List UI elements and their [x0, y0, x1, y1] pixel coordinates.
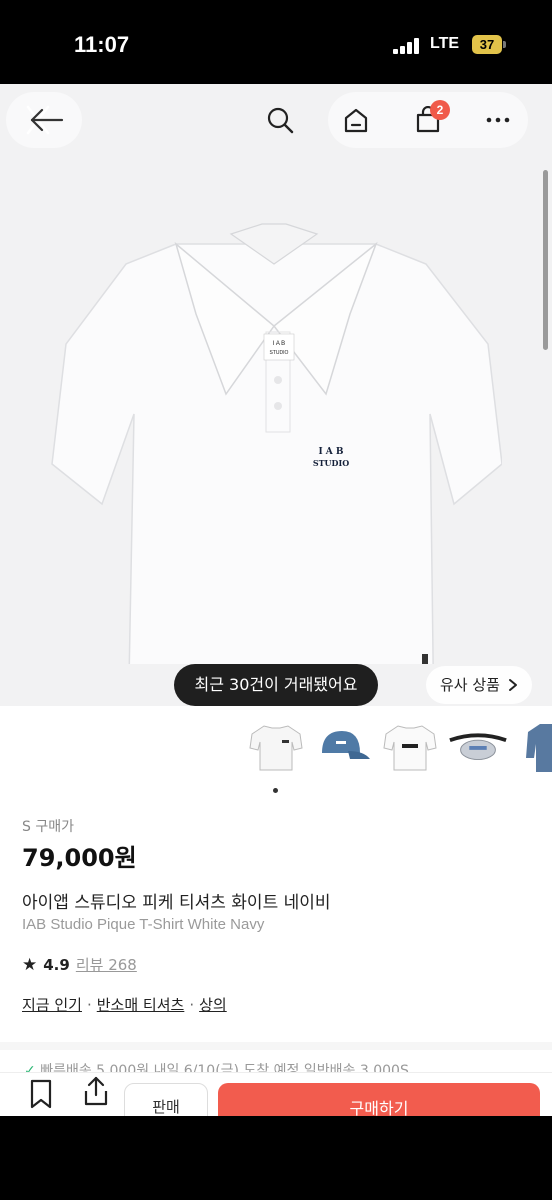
chevron-right-icon [508, 679, 517, 691]
cart-count-badge: 2 [430, 100, 450, 120]
similar-products-button[interactable]: 유사 상품 [426, 666, 532, 704]
sell-button[interactable]: 판매 [124, 1083, 208, 1116]
rating-row: ★ 4.9 리뷰 268 [22, 954, 137, 975]
bottom-action-bar: 판매 구매하기 [0, 1072, 552, 1116]
search-icon [267, 107, 294, 134]
bottom-bezel [0, 1116, 552, 1200]
collar-label-bottom: STUDIO [270, 350, 289, 356]
thumbnail-shirt-back[interactable] [380, 714, 440, 778]
status-time: 11:07 [74, 32, 130, 57]
close-back-icon [26, 105, 64, 135]
shirt-logo-top: I A B [318, 447, 343, 457]
nav-right-group [267, 92, 528, 148]
separator: · [86, 995, 92, 1014]
share-icon [84, 1076, 108, 1106]
rating-value: 4.9 [43, 955, 70, 974]
thumbnail-bag[interactable] [448, 714, 508, 778]
star-icon: ★ [22, 954, 38, 975]
category-link-tshirts[interactable]: 반소매 티셔츠 [97, 994, 185, 1015]
thumbnail-cap[interactable] [312, 714, 372, 778]
bookmark-button[interactable] [28, 1079, 54, 1113]
review-link[interactable]: 리뷰 268 [76, 954, 137, 975]
more-icon [486, 117, 510, 123]
category-link-trending[interactable]: 지금 인기 [22, 994, 82, 1015]
category-breadcrumb: 지금 인기 · 반소매 티셔츠 · 상의 [22, 994, 227, 1015]
bookmark-icon [30, 1079, 52, 1109]
product-page: I A B STUDIO I A B STUDIO 최근 30건이 거래됐어요 … [0, 84, 552, 1116]
product-image: I A B STUDIO I A B STUDIO [46, 214, 503, 735]
product-price: 79,000원 [22, 844, 137, 872]
home-button[interactable] [332, 96, 380, 144]
product-image-area[interactable]: I A B STUDIO I A B STUDIO 최근 30건이 거래됐어요 … [0, 84, 552, 735]
recent-deals-badge[interactable]: 최근 30건이 거래됐어요 [174, 664, 378, 706]
page-indicator-dot [273, 788, 278, 793]
size-price-label: S 구매가 [22, 819, 74, 835]
signal-icon [393, 38, 421, 54]
thumbnail-shirt[interactable] [246, 714, 306, 778]
battery-icon: 37 [472, 35, 506, 54]
share-button[interactable] [82, 1075, 110, 1111]
product-title-ko: 아이앱 스튜디오 피케 티셔츠 화이트 네이비 [22, 893, 331, 913]
similar-products-label: 유사 상품 [440, 676, 500, 694]
shirt-logo-bottom: STUDIO [313, 458, 349, 468]
separator: · [189, 995, 195, 1014]
category-link-tops[interactable]: 상의 [199, 994, 227, 1015]
thumbnail-jacket[interactable] [516, 714, 552, 778]
back-button[interactable] [20, 96, 68, 144]
more-button[interactable] [474, 96, 522, 144]
section-divider [0, 1042, 552, 1050]
buy-button[interactable]: 구매하기 [218, 1083, 540, 1116]
home-icon [344, 108, 368, 133]
status-bar: 11:07 LTE 37 [0, 0, 552, 84]
battery-level: 37 [479, 37, 495, 52]
nav-left-group [6, 92, 82, 148]
network-label: LTE [430, 35, 460, 52]
collar-label-top: I A B [273, 341, 285, 347]
scrollbar[interactable] [543, 170, 548, 350]
thumbnail-strip[interactable] [0, 714, 552, 778]
product-title-en: IAB Studio Pique T-Shirt White Navy [22, 916, 265, 933]
search-button[interactable] [256, 96, 304, 144]
